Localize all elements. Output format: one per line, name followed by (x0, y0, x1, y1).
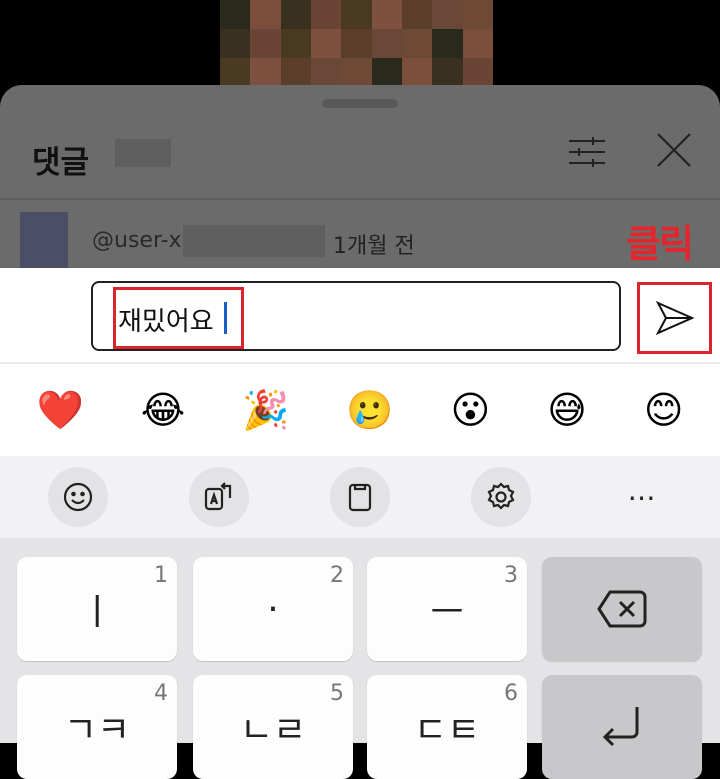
thumbnail-pixel (432, 58, 463, 87)
thumbnail-pixel (402, 0, 433, 29)
key-3[interactable]: ㅡ3 (367, 557, 527, 661)
key-label: · (267, 588, 279, 630)
emoji-heart[interactable]: ❤️ (36, 388, 83, 433)
key-number: 4 (154, 681, 168, 706)
key-label: ㅡ (430, 592, 464, 633)
close-icon[interactable] (655, 131, 693, 169)
key-4[interactable]: ㄱㅋ 4 (17, 675, 177, 779)
thumbnail-pixel (220, 58, 251, 87)
comment-input-text: 재밌어요 (118, 307, 214, 337)
thumbnail-pixel (402, 29, 433, 58)
avatar[interactable] (20, 212, 68, 270)
key-6[interactable]: ㄷㅌ 6 (367, 675, 527, 779)
emoji-party[interactable]: 🎉 (242, 388, 289, 433)
tune-icon[interactable] (567, 135, 605, 169)
enter-icon (602, 707, 639, 747)
keyboard-toolbar: ⋯ (0, 456, 720, 538)
thumbnail-pixel (220, 29, 251, 58)
more-icon[interactable]: ⋯ (612, 467, 672, 527)
backspace-key[interactable] (542, 557, 702, 661)
thumbnail-pixel (250, 29, 281, 58)
comments-sheet: 댓글 @user-x 1개월 전 클릭 (0, 85, 720, 275)
enter-key[interactable] (542, 675, 702, 779)
text-caret (224, 302, 227, 334)
thumbnail-pixel (280, 58, 311, 87)
settings-icon[interactable] (470, 467, 531, 527)
key-number: 1 (154, 563, 168, 588)
username-blurred (183, 225, 325, 257)
emoji-smiling-tear[interactable]: 🥲 (346, 388, 393, 433)
thumbnail-pixel (432, 29, 463, 58)
translate-icon[interactable] (189, 467, 250, 527)
thumbnail-pixel (280, 29, 311, 58)
thumbnail-pixel (371, 0, 402, 29)
backspace-icon (597, 590, 647, 628)
comment-time: 1개월 전 (333, 234, 415, 259)
clipboard-icon[interactable] (329, 467, 390, 527)
thumbnail-pixel (462, 58, 493, 87)
thumbnail-pixel (311, 29, 342, 58)
click-annotation: 클릭 (626, 222, 694, 266)
thumbnail-pixel (371, 29, 402, 58)
keyboard: ㅣ1 · 2 ㅡ3 ㄱㅋ 4 ㄴㄹ 5 ㄷㅌ 6 (0, 538, 720, 779)
comment-input-area: 재밌어요 (0, 268, 720, 364)
thumbnail-pixel (371, 58, 402, 87)
key-number: 6 (504, 681, 518, 706)
thumbnail-pixel (250, 58, 281, 87)
key-number: 5 (330, 681, 344, 706)
key-1[interactable]: ㅣ1 (17, 557, 177, 661)
thumbnail-pixel (341, 58, 372, 87)
key-number: 2 (330, 563, 344, 588)
drag-handle[interactable] (322, 99, 398, 108)
thumbnail-pixel (402, 58, 433, 87)
thumbnail-pixel (341, 29, 372, 58)
emoji-blush[interactable]: 😊 (644, 388, 684, 432)
emoji-suggestions: ❤️ 😂 🎉 🥲 😮 😅 😊 (0, 364, 720, 456)
thumbnail-pixel (311, 58, 342, 87)
thumbnail-pixel (341, 0, 372, 29)
thumbnail-pixel (462, 29, 493, 58)
key-label: ㄴㄹ (239, 710, 307, 751)
send-button[interactable] (637, 282, 712, 354)
key-number: 3 (504, 563, 518, 588)
thumbnail-pixel (311, 0, 342, 29)
comment-count-blurred (115, 139, 171, 167)
key-5[interactable]: ㄴㄹ 5 (193, 675, 353, 779)
emoji-icon[interactable] (48, 467, 109, 527)
thumbnail-pixel (220, 0, 251, 29)
video-thumbnail-blurred (220, 0, 493, 87)
emoji-sweat-smile[interactable]: 😅 (547, 388, 587, 432)
divider (0, 198, 720, 200)
key-label: ㄱㅋ (63, 710, 131, 751)
thumbnail-pixel (250, 0, 281, 29)
thumbnail-pixel (462, 0, 493, 29)
emoji-tears-of-joy[interactable]: 😂 (141, 388, 185, 432)
key-label: ㄷㅌ (413, 710, 481, 751)
key-2[interactable]: · 2 (193, 557, 353, 661)
key-label: ㅣ (80, 592, 114, 633)
thumbnail-pixel (432, 0, 463, 29)
comments-title: 댓글 (32, 145, 90, 181)
comment-username[interactable]: @user-x (92, 228, 182, 253)
send-icon (655, 301, 694, 335)
thumbnail-pixel (280, 0, 311, 29)
emoji-surprised[interactable]: 😮 (451, 388, 491, 432)
comment-input-value-highlight: 재밌어요 (113, 287, 244, 349)
